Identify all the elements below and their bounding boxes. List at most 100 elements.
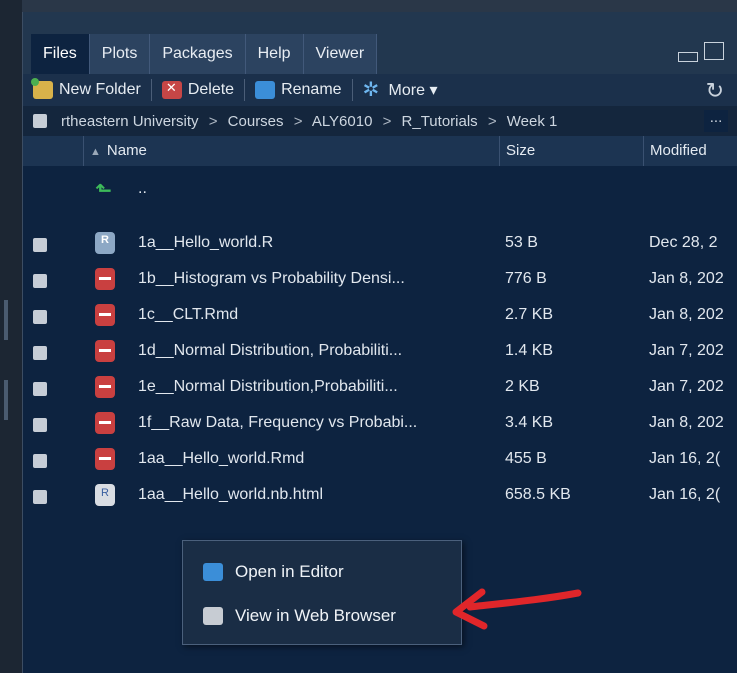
rmd-icon (95, 268, 115, 290)
web-browser-icon (203, 607, 223, 625)
tab-packages[interactable]: Packages (150, 34, 246, 74)
table-row[interactable]: 1f__Raw Data, Frequency vs Probabi... 3.… (23, 406, 737, 442)
breadcrumb-path: rtheastern University > Courses > ALY601… (61, 113, 701, 130)
table-row[interactable]: 1e__Normal Distribution,Probabiliti... 2… (23, 370, 737, 406)
tab-list: Files Plots Packages Help Viewer (31, 34, 378, 74)
file-modified: Jan 8, 202 (649, 306, 724, 323)
minimize-icon[interactable] (678, 52, 698, 62)
new-folder-button[interactable]: New Folder (23, 74, 151, 106)
breadcrumb-more-button[interactable]: ... (704, 110, 728, 132)
file-modified: Jan 8, 202 (649, 270, 724, 287)
rename-label: Rename (281, 81, 342, 98)
table-row[interactable]: 1b__Histogram vs Probability Densi... 77… (23, 262, 737, 298)
file-size: 2 KB (505, 378, 540, 395)
row-checkbox[interactable] (33, 382, 47, 396)
file-name[interactable]: 1aa__Hello_world.Rmd (138, 450, 304, 468)
file-modified: Jan 16, 2( (649, 486, 721, 503)
delete-icon (161, 80, 182, 99)
rmd-icon (95, 304, 115, 326)
refresh-icon[interactable]: ↻ (706, 78, 724, 104)
file-size: 2.7 KB (505, 306, 554, 323)
delete-button[interactable]: Delete (152, 74, 244, 106)
breadcrumb-item[interactable]: Courses (228, 113, 284, 130)
parent-directory-row[interactable]: ⬑ .. (23, 172, 737, 208)
tab-files[interactable]: Files (31, 34, 90, 74)
file-modified: Jan 7, 202 (649, 378, 724, 395)
rename-icon (255, 81, 276, 99)
file-size: 776 B (505, 270, 547, 287)
maximize-icon[interactable] (704, 42, 724, 60)
view-in-browser-label: View in Web Browser (235, 606, 396, 625)
file-name[interactable]: 1a__Hello_world.R (138, 234, 273, 252)
row-checkbox[interactable] (33, 274, 47, 288)
more-label: More ▾ (388, 82, 438, 99)
menu-item-view-in-web-browser[interactable]: View in Web Browser (183, 597, 461, 635)
table-row[interactable]: 1c__CLT.Rmd 2.7 KB Jan 8, 202 (23, 298, 737, 334)
row-checkbox[interactable] (33, 490, 47, 504)
files-toolbar: New Folder Delete Rename ✲ More ▾ ↻ (23, 74, 737, 106)
header-checkbox-col (23, 136, 83, 166)
file-list-header: ▲ Name Size Modified (23, 136, 737, 166)
table-row[interactable]: 1aa__Hello_world.nb.html 658.5 KB Jan 16… (23, 478, 737, 514)
breadcrumb-separator: > (487, 112, 497, 130)
file-name[interactable]: 1aa__Hello_world.nb.html (138, 486, 323, 504)
open-editor-icon (203, 563, 223, 581)
file-modified: Dec 28, 2 (649, 234, 718, 251)
column-header-modified[interactable]: Modified (643, 136, 737, 166)
file-name[interactable]: 1d__Normal Distribution, Probabiliti... (138, 342, 402, 360)
file-size: 658.5 KB (505, 486, 571, 503)
open-in-editor-label: Open in Editor (235, 562, 344, 581)
breadcrumb-separator: > (382, 112, 392, 130)
sort-ascending-icon: ▲ (90, 146, 101, 158)
more-button[interactable]: ✲ More ▾ (353, 74, 448, 106)
tab-plots[interactable]: Plots (89, 34, 151, 74)
breadcrumb-item[interactable]: R_Tutorials (402, 113, 478, 130)
file-name[interactable]: 1b__Histogram vs Probability Densi... (138, 270, 405, 288)
row-checkbox[interactable] (33, 310, 47, 324)
file-context-menu: Open in Editor View in Web Browser (182, 540, 462, 645)
file-modified: Jan 8, 202 (649, 414, 724, 431)
breadcrumb: rtheastern University > Courses > ALY601… (23, 106, 737, 136)
rstudio-window: Files Plots Packages Help Viewer New Fol… (0, 0, 737, 673)
file-name[interactable]: 1c__CLT.Rmd (138, 306, 238, 324)
rmd-icon (95, 448, 115, 470)
new-folder-icon (31, 78, 53, 99)
row-checkbox[interactable] (33, 238, 47, 252)
table-row[interactable]: 1d__Normal Distribution, Probabiliti... … (23, 334, 737, 370)
file-size: 3.4 KB (505, 414, 554, 431)
breadcrumb-separator: > (293, 112, 303, 130)
table-row[interactable]: 1a__Hello_world.R 53 B Dec 28, 2 (23, 226, 737, 262)
pane-window-controls (678, 42, 724, 62)
file-size: 53 B (505, 234, 538, 251)
tab-help[interactable]: Help (245, 34, 304, 74)
splitter-mark[interactable] (4, 380, 8, 420)
menu-item-open-in-editor[interactable]: Open in Editor (183, 553, 461, 591)
html-icon (95, 484, 115, 506)
file-name[interactable]: 1f__Raw Data, Frequency vs Probabi... (138, 414, 417, 432)
column-header-size[interactable]: Size (499, 136, 643, 166)
delete-label: Delete (187, 81, 235, 98)
up-directory-icon: ⬑ (95, 180, 112, 202)
rscript-icon (95, 232, 115, 254)
breadcrumb-item[interactable]: ALY6010 (312, 113, 373, 130)
rmd-icon (95, 340, 115, 362)
file-modified: Jan 16, 2( (649, 450, 721, 467)
tab-viewer[interactable]: Viewer (303, 34, 378, 74)
left-pane-edge (0, 0, 22, 673)
table-row[interactable]: 1aa__Hello_world.Rmd 455 B Jan 16, 2( (23, 442, 737, 478)
breadcrumb-checkbox[interactable] (33, 114, 47, 128)
row-checkbox[interactable] (33, 454, 47, 468)
column-name-label: Name (106, 142, 147, 159)
rename-button[interactable]: Rename (245, 74, 351, 106)
rmd-icon (95, 412, 115, 434)
column-header-name[interactable]: ▲ Name (83, 136, 493, 166)
breadcrumb-item[interactable]: Week 1 (507, 113, 558, 130)
row-checkbox[interactable] (33, 346, 47, 360)
row-checkbox[interactable] (33, 418, 47, 432)
new-folder-label: New Folder (59, 81, 141, 98)
splitter-mark[interactable] (4, 300, 8, 340)
breadcrumb-item[interactable]: rtheastern University (61, 113, 199, 130)
file-name[interactable]: 1e__Normal Distribution,Probabiliti... (138, 378, 398, 396)
rmd-icon (95, 376, 115, 398)
gear-icon: ✲ (362, 79, 380, 101)
